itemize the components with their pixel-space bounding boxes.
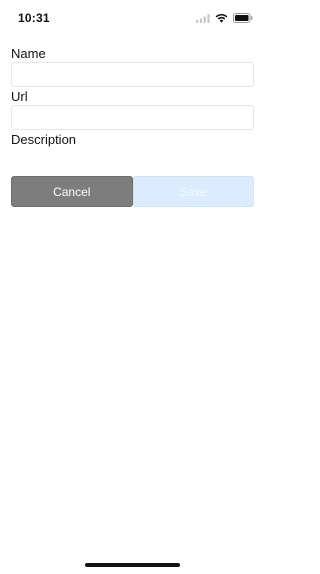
status-icons [196,12,253,24]
button-row: Cancel Save [11,176,254,207]
signal-icon [196,13,210,23]
screen: 10:31 Name Url Description Cancel Save [0,0,265,574]
name-input[interactable] [11,62,254,87]
battery-icon [233,13,253,23]
cancel-button[interactable]: Cancel [11,176,133,207]
wifi-icon [215,13,228,23]
description-label: Description [11,132,77,147]
home-indicator[interactable] [85,563,180,567]
status-time: 10:31 [18,11,50,25]
name-label: Name [11,46,46,61]
url-input[interactable] [11,105,254,130]
status-bar: 10:31 [0,0,265,36]
save-button[interactable]: Save [132,176,254,207]
url-label: Url [11,89,28,104]
